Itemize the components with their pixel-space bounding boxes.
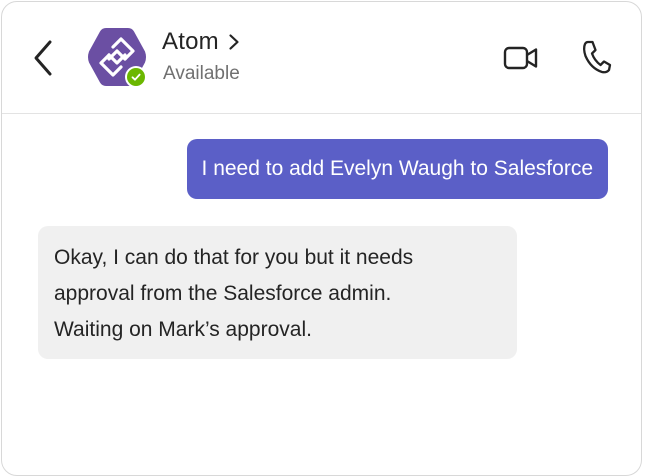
video-camera-icon xyxy=(503,46,538,70)
contact-name-link[interactable]: Atom xyxy=(162,28,240,56)
phone-icon xyxy=(582,40,612,74)
chat-header: Atom Available xyxy=(2,2,641,114)
presence-status: Available xyxy=(163,63,240,84)
presence-badge xyxy=(125,66,147,88)
incoming-message[interactable]: Okay, I can do that for you but it needs… xyxy=(38,226,517,359)
audio-call-button[interactable] xyxy=(580,39,612,75)
message-text-line: Okay, I can do that for you but it needs xyxy=(54,246,414,269)
video-call-button[interactable] xyxy=(502,42,540,74)
chat-window: Atom Available I need to add Evelyn Waug… xyxy=(1,1,642,476)
back-button[interactable] xyxy=(30,38,60,78)
outgoing-message[interactable]: I need to add Evelyn Waugh to Salesforce xyxy=(186,139,608,199)
message-text: I need to add Evelyn Waugh to Salesforce xyxy=(201,157,593,180)
available-check-icon xyxy=(131,73,141,81)
message-text-line: Waiting on Mark’s approval. xyxy=(54,318,312,341)
contact-name: Atom xyxy=(162,28,219,55)
message-text-line: approval from the Salesforce admin. xyxy=(54,282,392,305)
chevron-left-icon xyxy=(34,40,52,76)
chevron-right-icon xyxy=(229,34,239,50)
